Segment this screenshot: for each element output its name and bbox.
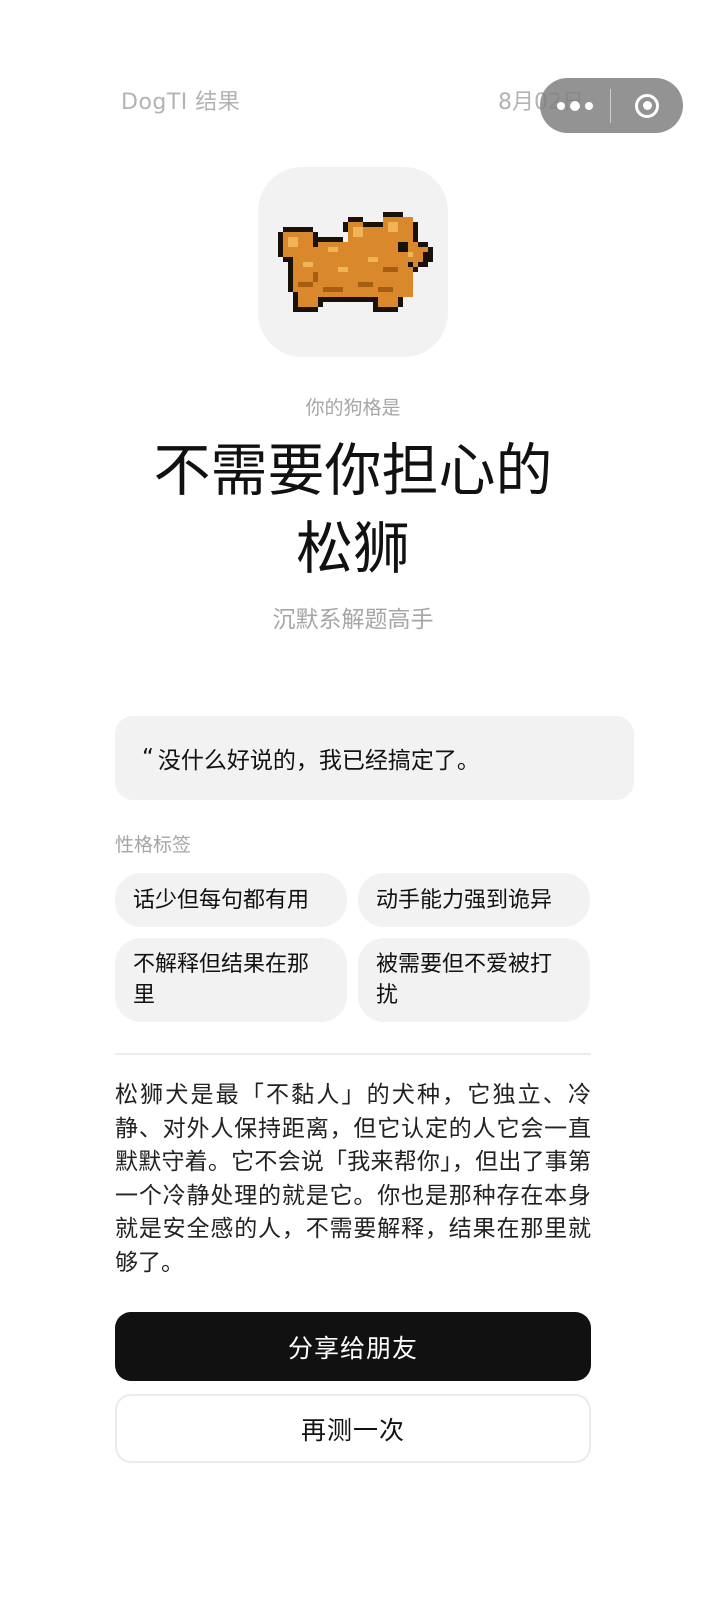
personality-tag: 动手能力强到诡异	[358, 873, 590, 927]
dog-avatar	[258, 167, 448, 357]
miniprogram-capsule	[540, 78, 683, 133]
pixel-chow-chow-dog-icon	[278, 212, 433, 312]
result-title-line1: 不需要你担心的	[153, 438, 553, 504]
result-subtitle: 沉默系解题高手	[272, 607, 434, 633]
more-button[interactable]	[540, 78, 610, 133]
target-close-icon	[635, 93, 659, 118]
more-dots-icon	[557, 101, 565, 110]
section-divider	[115, 1053, 591, 1055]
personality-tag: 话少但每句都有用	[115, 873, 347, 927]
tags-label: 性格标签	[115, 834, 192, 856]
share-button[interactable]: 分享给朋友	[115, 1312, 591, 1381]
result-prefix: 你的狗格是	[305, 397, 401, 419]
quote-card: “ 没什么好说的，我已经搞定了。	[115, 716, 634, 800]
header-title: DogTI 结果	[121, 90, 241, 115]
quote-mark: “	[142, 745, 154, 771]
result-description: 松狮犬是最「不黏人」的犬种，它独立、冷静、对外人保持距离，但它认定的人它会一直默…	[115, 1082, 591, 1276]
result-title: 不需要你担心的 松狮	[0, 432, 706, 588]
personality-tag: 不解释但结果在那里	[115, 938, 347, 1022]
personality-tag: 被需要但不爱被打扰	[358, 938, 590, 1022]
result-title-line2: 松狮	[296, 516, 410, 582]
retry-button[interactable]: 再测一次	[115, 1394, 591, 1463]
close-miniprogram-button[interactable]	[611, 78, 683, 133]
quote-text: 没什么好说的，我已经搞定了。	[157, 748, 480, 774]
